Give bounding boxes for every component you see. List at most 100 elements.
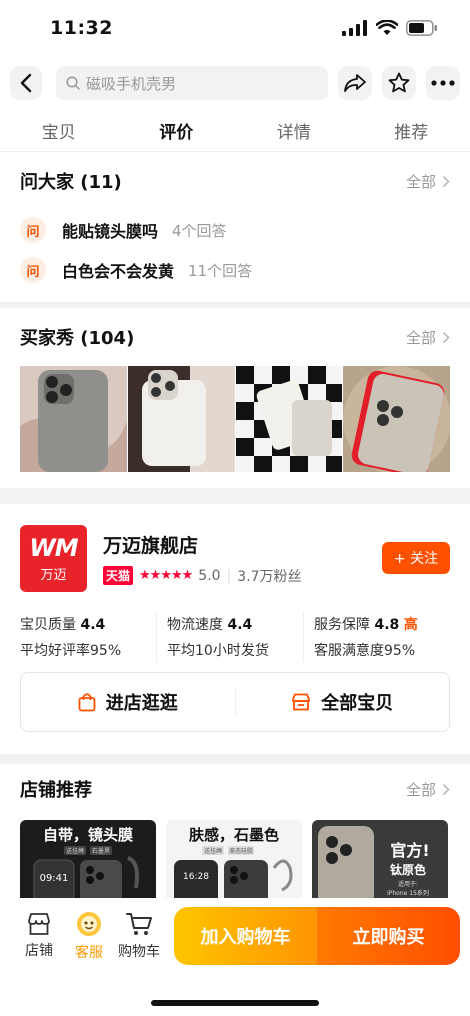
chevron-right-icon bbox=[442, 175, 450, 187]
tab-reviews[interactable]: 评价 bbox=[118, 118, 236, 143]
buyer-show-more[interactable]: 全部 bbox=[406, 327, 450, 348]
buyer-show-section: 买家秀 (104) 全部 bbox=[0, 308, 470, 488]
status-time: 11:32 bbox=[50, 17, 113, 39]
chevron-right-icon bbox=[442, 331, 450, 343]
chevron-right-icon bbox=[442, 783, 450, 795]
star-icon bbox=[388, 72, 410, 93]
question-item[interactable]: 问 白色会不会发黄 11个回答 bbox=[0, 250, 470, 290]
status-bar: 11:32 bbox=[0, 0, 470, 56]
product-clock: 09:41 bbox=[40, 873, 69, 884]
cart-tab-label: 购物车 bbox=[118, 944, 160, 960]
tab-baobei[interactable]: 宝贝 bbox=[0, 118, 118, 143]
recommend-product[interactable]: 肤感，石墨色 送挂绳 液态硅胶 16:28 bbox=[166, 820, 302, 900]
product-tag: 送挂绳 bbox=[66, 847, 84, 855]
store-meta: 天猫 ★★★★★ 5.0 | 3.7万粉丝 bbox=[103, 566, 382, 586]
store-tab-label: 店铺 bbox=[25, 943, 53, 959]
rating-service: 服务保障 4.8 高 客服满意度95% bbox=[303, 612, 450, 662]
visit-store-button[interactable]: 进店逛逛 bbox=[21, 689, 235, 715]
recommend-product[interactable]: 官方! 钛原色 适用于: iPhone 15系列 bbox=[312, 820, 448, 900]
question-item[interactable]: 问 能贴镜头膜吗 4个回答 bbox=[0, 210, 470, 250]
purchase-buttons: 加入购物车 立即购买 bbox=[174, 907, 460, 965]
rating-level: 高 bbox=[403, 617, 418, 633]
customer-service-button[interactable]: 客服 bbox=[64, 910, 114, 962]
rating-value: 4.4 bbox=[80, 617, 106, 633]
rating-value: 4.8 bbox=[374, 617, 400, 633]
buyer-photo[interactable] bbox=[20, 366, 127, 472]
battery-icon bbox=[406, 20, 437, 36]
share-button[interactable] bbox=[338, 66, 372, 100]
rating-sub: 平均好评率95% bbox=[20, 643, 122, 659]
store-recommend-header[interactable]: 店铺推荐 全部 bbox=[0, 764, 470, 814]
buyer-photos bbox=[0, 366, 470, 472]
rating-logistics: 物流速度 4.4 平均10小时发货 bbox=[156, 612, 303, 662]
cart-icon bbox=[126, 913, 152, 935]
shopping-bag-icon bbox=[78, 693, 96, 712]
store-section: WM 万迈 万迈旗舰店 天猫 ★★★★★ 5.0 | 3.7万粉丝 + 关注 宝… bbox=[0, 504, 470, 754]
buy-now-button[interactable]: 立即购买 bbox=[317, 907, 460, 965]
search-input[interactable]: 磁吸手机壳男 bbox=[56, 66, 328, 100]
product-caption: 官方! bbox=[390, 841, 429, 860]
ask-everyone-header[interactable]: 问大家 (11) 全部 bbox=[0, 152, 470, 210]
store-info: 万迈旗舰店 天猫 ★★★★★ 5.0 | 3.7万粉丝 bbox=[103, 531, 382, 586]
divider: | bbox=[226, 567, 232, 584]
store-name: 万迈旗舰店 bbox=[103, 534, 199, 557]
rating-label: 宝贝质量 bbox=[20, 617, 76, 633]
more-icon bbox=[431, 80, 455, 86]
rating-stars-icon: ★★★★★ bbox=[139, 568, 193, 583]
more-button[interactable] bbox=[426, 66, 460, 100]
ask-everyone-more[interactable]: 全部 bbox=[406, 171, 450, 192]
back-button[interactable] bbox=[10, 66, 42, 100]
product-caption-2: 钛原色 bbox=[390, 862, 426, 877]
store-ratings: 宝贝质量 4.4 平均好评率95% 物流速度 4.4 平均10小时发货 服务保障… bbox=[0, 592, 470, 662]
all-items-button[interactable]: 全部宝贝 bbox=[234, 689, 450, 715]
tmall-badge: 天猫 bbox=[103, 566, 134, 585]
product-clock: 16:28 bbox=[183, 872, 209, 882]
rating-value: 4.4 bbox=[227, 617, 253, 633]
cart-tab-button[interactable]: 购物车 bbox=[114, 911, 164, 961]
product-small-text: iPhone 15系列 bbox=[387, 889, 429, 897]
buyer-show-header[interactable]: 买家秀 (104) 全部 bbox=[0, 308, 470, 366]
search-icon bbox=[66, 76, 80, 90]
product-caption: 肤感，石墨色 bbox=[188, 826, 279, 844]
tab-recommend[interactable]: 推荐 bbox=[353, 118, 470, 143]
store-recommend-title: 店铺推荐 bbox=[20, 780, 92, 801]
tab-details[interactable]: 详情 bbox=[235, 118, 353, 143]
bottom-action-row: 店铺 客服 购物车 加入购物车 立即购买 bbox=[0, 898, 470, 974]
add-to-cart-button[interactable]: 加入购物车 bbox=[174, 907, 317, 965]
chevron-left-icon bbox=[20, 73, 32, 93]
home-indicator[interactable] bbox=[151, 1000, 319, 1006]
more-label: 全部 bbox=[405, 328, 436, 347]
store-icon bbox=[28, 913, 50, 935]
buyer-show-title: 买家秀 (104) bbox=[20, 328, 135, 349]
ask-everyone-section: 问大家 (11) 全部 问 能贴镜头膜吗 4个回答 问 白色会不会发黄 11个回… bbox=[0, 152, 470, 302]
bottom-action-bar: 店铺 客服 购物车 加入购物车 立即购买 bbox=[0, 898, 470, 1016]
more-label: 全部 bbox=[405, 780, 436, 799]
recommend-product[interactable]: 自带，镜头膜 送挂绳 石墨黑 09:41 bbox=[20, 820, 156, 900]
rating-quality: 宝贝质量 4.4 平均好评率95% bbox=[20, 612, 156, 662]
answer-count: 11个回答 bbox=[188, 261, 253, 280]
store-recommend-more[interactable]: 全部 bbox=[406, 779, 450, 800]
rating-label: 服务保障 bbox=[314, 617, 370, 633]
store-logo-mark: WM bbox=[29, 533, 78, 562]
rating-sub: 平均10小时发货 bbox=[167, 643, 269, 659]
store-recommend-section: 店铺推荐 全部 自带，镜头膜 送挂绳 石墨黑 09:41 肤感，石墨色 送挂绳 … bbox=[0, 764, 470, 904]
buyer-photo[interactable] bbox=[127, 366, 235, 472]
product-tag: 石墨黑 bbox=[92, 848, 110, 855]
follow-button[interactable]: + 关注 bbox=[382, 542, 450, 574]
store-header[interactable]: WM 万迈 万迈旗舰店 天猫 ★★★★★ 5.0 | 3.7万粉丝 + 关注 bbox=[0, 504, 470, 592]
status-icons bbox=[342, 20, 438, 36]
store-tab-button[interactable]: 店铺 bbox=[14, 912, 64, 960]
customer-service-label: 客服 bbox=[75, 945, 103, 961]
nav-bar: 磁吸手机壳男 bbox=[0, 56, 470, 110]
question-text: 白色会不会发黄 bbox=[62, 262, 175, 281]
question-text: 能贴镜头膜吗 bbox=[62, 222, 159, 241]
ask-everyone-title: 问大家 (11) bbox=[20, 172, 122, 193]
buyer-photo[interactable] bbox=[343, 366, 450, 472]
tab-bar: 宝贝 评价 详情 推荐 bbox=[0, 110, 470, 152]
favorite-button[interactable] bbox=[382, 66, 416, 100]
all-items-label: 全部宝贝 bbox=[321, 693, 394, 714]
store-logo[interactable]: WM 万迈 bbox=[20, 524, 87, 592]
buyer-photo[interactable] bbox=[235, 366, 343, 472]
answer-count: 4个回答 bbox=[172, 221, 227, 240]
store-fans: 3.7万粉丝 bbox=[237, 568, 302, 585]
